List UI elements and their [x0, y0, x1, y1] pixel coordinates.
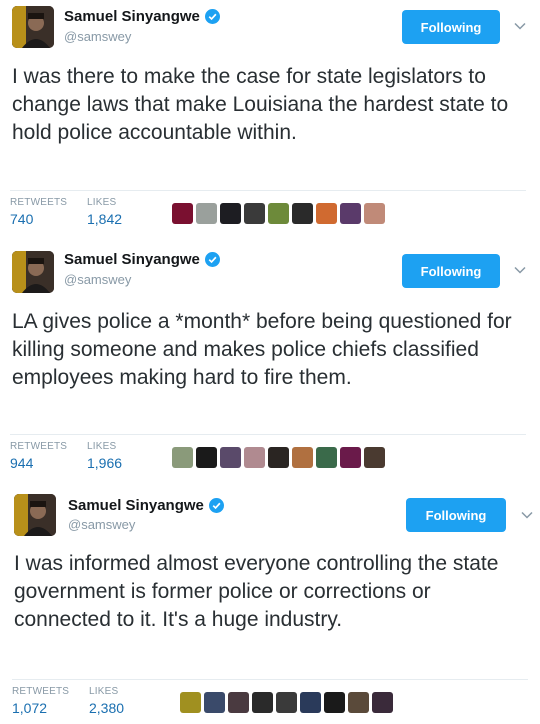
retweets-label: RETWEETS	[10, 441, 68, 452]
avatar[interactable]	[14, 494, 56, 536]
author-handle[interactable]: @samswey	[64, 272, 131, 287]
liker-avatar[interactable]	[220, 447, 241, 468]
liker-avatar[interactable]	[196, 203, 217, 224]
following-button[interactable]: Following	[402, 254, 500, 288]
like-count[interactable]: 1,842	[87, 211, 122, 227]
tweet-text: I was informed almost everyone controlli…	[14, 552, 499, 631]
tweet-text: LA gives police a *month* before being q…	[12, 310, 512, 389]
liker-avatar[interactable]	[244, 447, 265, 468]
liker-avatars	[180, 692, 393, 713]
liker-avatar[interactable]	[180, 692, 201, 713]
liker-avatar[interactable]	[228, 692, 249, 713]
avatar[interactable]	[12, 6, 54, 48]
liker-avatars	[172, 203, 385, 224]
liker-avatar[interactable]	[196, 447, 217, 468]
like-count[interactable]: 1,966	[87, 455, 122, 471]
verified-badge-icon	[204, 252, 220, 267]
divider	[10, 434, 526, 435]
following-button[interactable]: Following	[402, 10, 500, 44]
liker-avatar[interactable]	[268, 203, 289, 224]
liker-avatar[interactable]	[348, 692, 369, 713]
liker-avatar[interactable]	[316, 447, 337, 468]
liker-avatar[interactable]	[364, 447, 385, 468]
verified-badge-icon	[208, 498, 224, 513]
author-handle[interactable]: @samswey	[64, 29, 131, 44]
retweet-count[interactable]: 1,072	[12, 700, 47, 716]
author-name[interactable]: Samuel Sinyangwe	[68, 497, 224, 514]
divider	[12, 679, 528, 680]
liker-avatar[interactable]	[372, 692, 393, 713]
liker-avatar[interactable]	[292, 447, 313, 468]
liker-avatar[interactable]	[244, 203, 265, 224]
liker-avatar[interactable]	[292, 203, 313, 224]
avatar-icon	[12, 251, 54, 293]
liker-avatar[interactable]	[340, 447, 361, 468]
following-button[interactable]: Following	[406, 498, 506, 532]
author-handle[interactable]: @samswey	[68, 517, 135, 532]
liker-avatar[interactable]	[276, 692, 297, 713]
liker-avatar[interactable]	[364, 203, 385, 224]
liker-avatar[interactable]	[316, 203, 337, 224]
likes-label: LIKES	[87, 441, 117, 452]
chevron-down-icon[interactable]	[513, 19, 527, 33]
retweet-count[interactable]: 944	[10, 455, 33, 471]
liker-avatar[interactable]	[220, 203, 241, 224]
retweets-label: RETWEETS	[12, 686, 70, 697]
liker-avatar[interactable]	[204, 692, 225, 713]
tweet-text: I was there to make the case for state l…	[12, 65, 509, 144]
liker-avatar[interactable]	[324, 692, 345, 713]
retweet-count[interactable]: 740	[10, 211, 33, 227]
liker-avatar[interactable]	[268, 447, 289, 468]
retweets-label: RETWEETS	[10, 197, 68, 208]
liker-avatar[interactable]	[252, 692, 273, 713]
chevron-down-icon[interactable]	[513, 263, 527, 277]
likes-label: LIKES	[89, 686, 119, 697]
like-count[interactable]: 2,380	[89, 700, 124, 716]
verified-badge-icon	[204, 9, 220, 24]
author-name[interactable]: Samuel Sinyangwe	[64, 251, 220, 268]
liker-avatar[interactable]	[172, 447, 193, 468]
divider	[10, 190, 526, 191]
liker-avatar[interactable]	[300, 692, 321, 713]
avatar[interactable]	[12, 251, 54, 293]
avatar-icon	[14, 494, 56, 536]
likes-label: LIKES	[87, 197, 117, 208]
liker-avatar[interactable]	[340, 203, 361, 224]
liker-avatars	[172, 447, 385, 468]
author-name[interactable]: Samuel Sinyangwe	[64, 8, 220, 25]
liker-avatar[interactable]	[172, 203, 193, 224]
avatar-icon	[12, 6, 54, 48]
chevron-down-icon[interactable]	[520, 508, 534, 522]
